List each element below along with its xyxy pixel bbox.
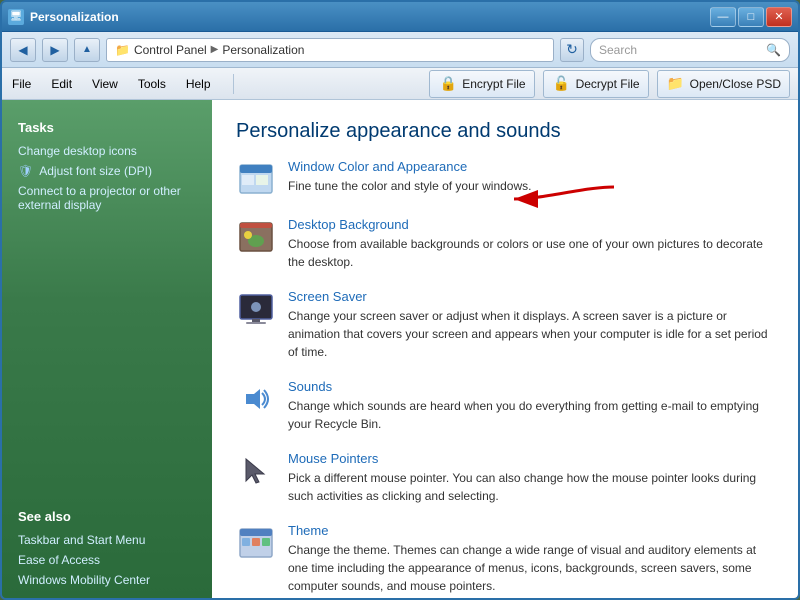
encrypt-file-button[interactable]: 🔒 Encrypt File bbox=[429, 70, 534, 98]
main-area: Tasks Change desktop icons 🛡 Adjust font… bbox=[2, 100, 798, 600]
address-separator: ▶ bbox=[211, 44, 219, 55]
sounds-text: Sounds Change which sounds are heard whe… bbox=[288, 379, 774, 433]
sidebar-item-adjust-font-size[interactable]: 🛡 Adjust font size (DPI) bbox=[2, 161, 212, 181]
menu-help[interactable]: Help bbox=[184, 73, 213, 95]
encrypt-label: Encrypt File bbox=[462, 77, 525, 91]
decrypt-label: Decrypt File bbox=[576, 77, 640, 91]
open-close-label: Open/Close PSD bbox=[690, 77, 781, 91]
mouse-pointers-icon bbox=[236, 451, 276, 491]
refresh-button[interactable]: ↻ bbox=[560, 38, 584, 62]
window-color-icon bbox=[236, 159, 276, 199]
setting-theme: Theme Change the theme. Themes can chang… bbox=[236, 523, 774, 595]
window-color-text: Window Color and Appearance Fine tune th… bbox=[288, 159, 774, 195]
sidebar-item-change-desktop-icons[interactable]: Change desktop icons bbox=[2, 141, 212, 161]
address-path: Control Panel bbox=[134, 43, 207, 57]
window-color-link[interactable]: Window Color and Appearance bbox=[288, 159, 774, 174]
address-icon: 📁 bbox=[115, 43, 130, 57]
menu-toolbar: File Edit View Tools Help 🔒 Encrypt File… bbox=[2, 68, 798, 100]
screen-saver-desc: Change your screen saver or adjust when … bbox=[288, 309, 768, 359]
content-area: Personalize appearance and sounds Window… bbox=[212, 100, 798, 600]
up-button[interactable]: ▲ bbox=[74, 38, 100, 62]
screen-saver-link[interactable]: Screen Saver bbox=[288, 289, 774, 304]
window-color-desc: Fine tune the color and style of your wi… bbox=[288, 179, 531, 193]
menu-file[interactable]: File bbox=[10, 73, 33, 95]
search-label: Search bbox=[599, 43, 637, 57]
mouse-pointers-link[interactable]: Mouse Pointers bbox=[288, 451, 774, 466]
setting-mouse-pointers: Mouse Pointers Pick a different mouse po… bbox=[236, 451, 774, 505]
shield-icon: 🛡 bbox=[18, 164, 33, 178]
screen-saver-icon bbox=[236, 289, 276, 329]
setting-sounds: Sounds Change which sounds are heard whe… bbox=[236, 379, 774, 433]
maximize-button[interactable]: □ bbox=[738, 7, 764, 27]
sounds-desc: Change which sounds are heard when you d… bbox=[288, 399, 759, 431]
theme-text: Theme Change the theme. Themes can chang… bbox=[288, 523, 774, 595]
theme-desc: Change the theme. Themes can change a wi… bbox=[288, 543, 756, 593]
menu-tools[interactable]: Tools bbox=[136, 73, 168, 95]
back-button[interactable]: ◀ bbox=[10, 38, 36, 62]
titlebar-left: 🖥 Personalization bbox=[8, 9, 119, 25]
setting-desktop-background: Desktop Background Choose from available… bbox=[236, 217, 774, 271]
content-title: Personalize appearance and sounds bbox=[236, 120, 774, 143]
titlebar-title: Personalization bbox=[30, 10, 119, 24]
decrypt-icon: 🔓 bbox=[552, 74, 572, 94]
sidebar-item-windows-mobility[interactable]: Windows Mobility Center bbox=[2, 570, 212, 590]
address-box[interactable]: 📁 Control Panel ▶ Personalization bbox=[106, 38, 554, 62]
addressbar: ◀ ▶ ▲ 📁 Control Panel ▶ Personalization … bbox=[2, 32, 798, 68]
desktop-background-link[interactable]: Desktop Background bbox=[288, 217, 774, 232]
address-child: Personalization bbox=[222, 43, 304, 57]
sidebar-item-taskbar-start[interactable]: Taskbar and Start Menu bbox=[2, 530, 212, 550]
search-box[interactable]: Search 🔍 bbox=[590, 38, 790, 62]
setting-window-color: Window Color and Appearance Fine tune th… bbox=[236, 159, 774, 199]
open-close-psd-button[interactable]: 📁 Open/Close PSD bbox=[657, 70, 790, 98]
close-button[interactable]: ✕ bbox=[766, 7, 792, 27]
setting-screen-saver: Screen Saver Change your screen saver or… bbox=[236, 289, 774, 361]
encrypt-icon: 🔒 bbox=[438, 74, 458, 94]
titlebar: 🖥 Personalization — □ ✕ bbox=[2, 2, 798, 32]
mouse-pointers-desc: Pick a different mouse pointer. You can … bbox=[288, 471, 756, 503]
desktop-background-desc: Choose from available backgrounds or col… bbox=[288, 237, 763, 269]
window-icon: 🖥 bbox=[8, 9, 24, 25]
toolbar-divider bbox=[233, 74, 234, 94]
menu-edit[interactable]: Edit bbox=[49, 73, 74, 95]
sounds-icon bbox=[236, 379, 276, 419]
tasks-title: Tasks bbox=[2, 112, 212, 141]
screen-saver-text: Screen Saver Change your screen saver or… bbox=[288, 289, 774, 361]
desktop-background-text: Desktop Background Choose from available… bbox=[288, 217, 774, 271]
sidebar-item-connect-projector[interactable]: Connect to a projector or other external… bbox=[2, 181, 212, 215]
search-icon: 🔍 bbox=[766, 43, 781, 57]
mouse-pointers-text: Mouse Pointers Pick a different mouse po… bbox=[288, 451, 774, 505]
sidebar-item-ease-of-access[interactable]: Ease of Access bbox=[2, 550, 212, 570]
see-also-title: See also bbox=[2, 493, 212, 530]
desktop-background-icon bbox=[236, 217, 276, 257]
titlebar-controls: — □ ✕ bbox=[710, 7, 792, 27]
sounds-link[interactable]: Sounds bbox=[288, 379, 774, 394]
minimize-button[interactable]: — bbox=[710, 7, 736, 27]
sidebar: Tasks Change desktop icons 🛡 Adjust font… bbox=[2, 100, 212, 600]
menu-view[interactable]: View bbox=[90, 73, 120, 95]
toolbar-actions: 🔒 Encrypt File 🔓 Decrypt File 📁 Open/Clo… bbox=[429, 70, 790, 98]
forward-button[interactable]: ▶ bbox=[42, 38, 68, 62]
decrypt-file-button[interactable]: 🔓 Decrypt File bbox=[543, 70, 649, 98]
theme-link[interactable]: Theme bbox=[288, 523, 774, 538]
theme-icon bbox=[236, 523, 276, 563]
open-close-icon: 📁 bbox=[666, 74, 686, 94]
